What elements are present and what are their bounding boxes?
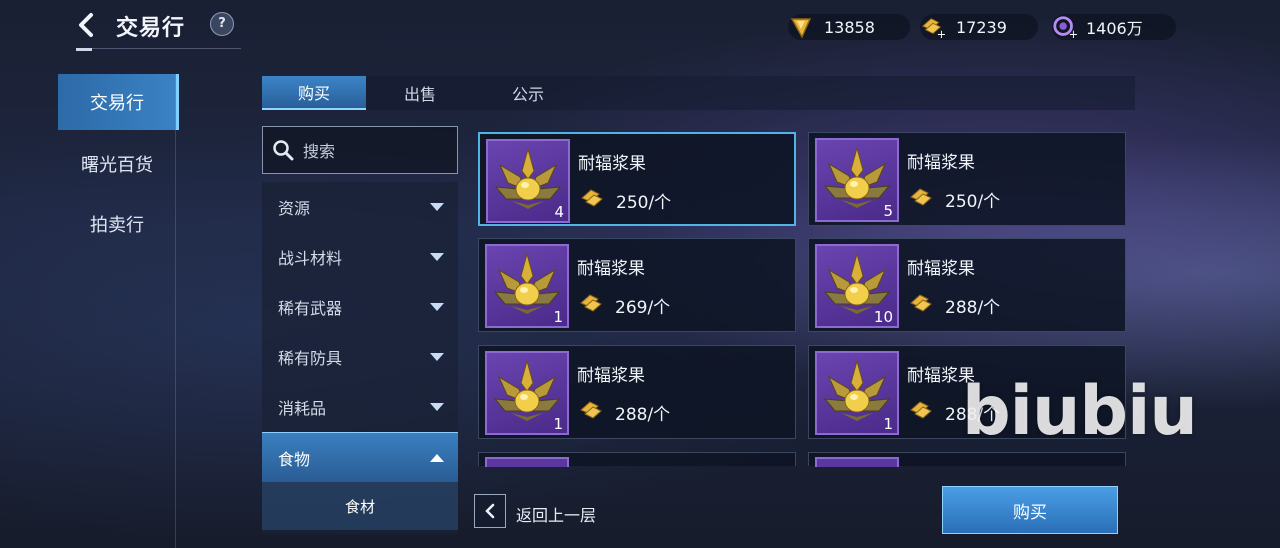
item-price: 250/个 xyxy=(616,193,672,213)
listing-card[interactable]: 1 耐辐浆果 288/个 xyxy=(478,345,796,439)
category-label: 稀有武器 xyxy=(278,299,343,318)
item-price: 269/个 xyxy=(615,298,671,318)
category-food[interactable]: 食物 xyxy=(262,432,458,482)
item-slot: 1 xyxy=(485,244,569,328)
svg-text:+: + xyxy=(1069,28,1078,40)
item-name: 耐辐浆果 xyxy=(578,154,646,174)
item-name: 耐辐浆果 xyxy=(907,153,975,173)
page-title: 交易行 xyxy=(116,16,186,41)
help-icon[interactable]: ? xyxy=(210,12,234,36)
currency-crystal-value: 13858 xyxy=(824,17,875,37)
chevron-left-icon xyxy=(485,503,495,519)
item-quantity: 1 xyxy=(553,308,563,326)
listing-card-partial[interactable] xyxy=(478,452,796,467)
search-placeholder: 搜索 xyxy=(303,142,336,161)
listing-card[interactable]: 5 耐辐浆果 250/个 xyxy=(808,132,1126,226)
item-slot: 5 xyxy=(815,138,899,222)
svg-text:+: + xyxy=(937,28,946,40)
category-label: 战斗材料 xyxy=(278,249,343,268)
tab-sell[interactable]: 出售 xyxy=(368,76,472,110)
item-slot: 4 xyxy=(486,139,570,223)
gold-ingot-icon xyxy=(580,186,608,210)
back-button[interactable] xyxy=(72,10,102,40)
category-rare-armor[interactable]: 稀有防具 xyxy=(262,332,458,382)
expand-arrow-icon xyxy=(430,353,444,361)
watermark: biubiu xyxy=(962,372,1198,451)
item-name: 耐辐浆果 xyxy=(907,259,975,279)
currency-crystal[interactable]: 13858 xyxy=(788,14,910,40)
item-quantity: 4 xyxy=(554,203,564,221)
listing-card[interactable]: 10 耐辐浆果 288/个 xyxy=(808,238,1126,332)
search-icon xyxy=(263,139,303,161)
item-quantity: 1 xyxy=(553,415,563,433)
tab-notice[interactable]: 公示 xyxy=(476,76,580,110)
item-price: 288/个 xyxy=(945,298,1001,318)
sidebar-divider xyxy=(175,74,176,548)
listing-card[interactable]: 1 耐辐浆果 269/个 xyxy=(478,238,796,332)
gold-ingot-icon xyxy=(579,291,607,315)
category-consumables[interactable]: 消耗品 xyxy=(262,382,458,432)
expand-arrow-icon xyxy=(430,303,444,311)
item-quantity: 5 xyxy=(883,202,893,220)
item-quantity: 10 xyxy=(873,308,893,326)
header-divider xyxy=(76,48,241,49)
category-resources[interactable]: 资源 xyxy=(262,182,458,232)
listing-card[interactable]: 4 耐辐浆果 250/个 xyxy=(478,132,796,226)
currency-ingot-value: 17239 xyxy=(956,17,1007,37)
item-name: 耐辐浆果 xyxy=(577,259,645,279)
gold-ingot-icon xyxy=(909,185,937,209)
tab-buy[interactable]: 购买 xyxy=(262,76,366,110)
item-slot: 1 xyxy=(815,351,899,435)
item-slot xyxy=(815,457,899,467)
currency-gem-value: 1406万 xyxy=(1086,19,1143,38)
sidebar-item-dawn-store[interactable]: 曙光百货 xyxy=(58,136,176,192)
gold-ingot-icon xyxy=(909,291,937,315)
collapse-arrow-icon xyxy=(430,453,444,462)
category-label: 消耗品 xyxy=(278,399,327,418)
search-input[interactable]: 搜索 xyxy=(262,126,458,174)
back-level-label[interactable]: 返回上一层 xyxy=(516,502,596,526)
gold-crystal-icon xyxy=(788,14,814,40)
item-slot: 1 xyxy=(485,351,569,435)
buy-button[interactable]: 购买 xyxy=(942,486,1118,534)
item-name: 耐辐浆果 xyxy=(577,366,645,386)
item-price: 288/个 xyxy=(615,405,671,425)
category-label: 稀有防具 xyxy=(278,349,343,368)
gold-ingot-icon xyxy=(579,398,607,422)
listing-card-partial[interactable] xyxy=(808,452,1126,467)
sidebar-item-trading[interactable]: 交易行 xyxy=(58,74,179,130)
category-combat-materials[interactable]: 战斗材料 xyxy=(262,232,458,282)
item-slot xyxy=(485,457,569,467)
expand-arrow-icon xyxy=(430,403,444,411)
subcategory-ingredients[interactable]: 食材 xyxy=(262,482,458,530)
purple-gem-plus-icon: + xyxy=(1052,14,1078,40)
item-price: 250/个 xyxy=(945,192,1001,212)
back-arrow-icon xyxy=(79,13,93,37)
gold-ingot-icon xyxy=(909,398,937,422)
item-quantity: 1 xyxy=(883,415,893,433)
header-divider-accent xyxy=(76,48,92,51)
sidebar-item-auction[interactable]: 拍卖行 xyxy=(58,196,176,252)
back-level-button[interactable] xyxy=(474,494,506,528)
category-label: 资源 xyxy=(278,199,311,218)
category-label: 食物 xyxy=(278,449,311,469)
gold-ingot-plus-icon: + xyxy=(920,14,946,40)
expand-arrow-icon xyxy=(430,253,444,261)
item-slot: 10 xyxy=(815,244,899,328)
expand-arrow-icon xyxy=(430,203,444,211)
currency-gem[interactable]: + 1406万 xyxy=(1052,14,1176,40)
currency-ingot[interactable]: + 17239 xyxy=(920,14,1038,40)
category-rare-weapons[interactable]: 稀有武器 xyxy=(262,282,458,332)
